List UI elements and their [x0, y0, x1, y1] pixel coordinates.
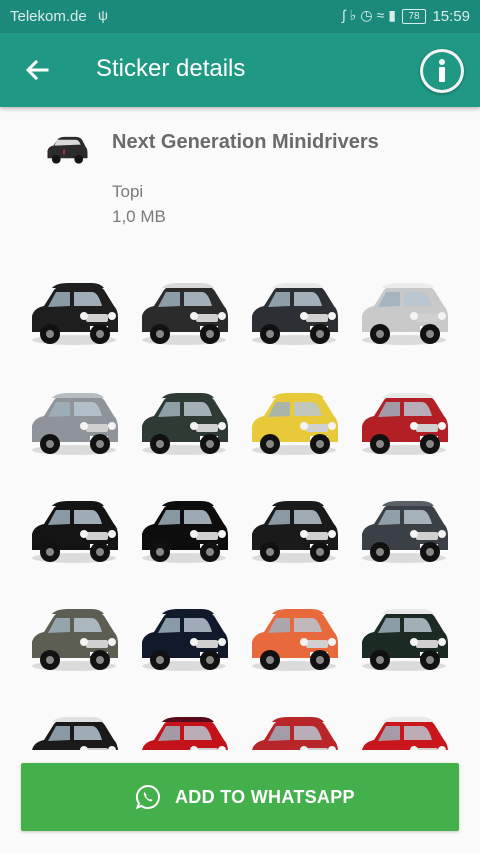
- sticker-item[interactable]: [246, 272, 342, 354]
- app-bar: Sticker details: [0, 33, 480, 107]
- add-to-whatsapp-button[interactable]: ADD TO WHATSAPP: [21, 763, 459, 831]
- page-title: Sticker details: [96, 55, 246, 82]
- sticker-item[interactable]: [136, 598, 232, 680]
- battery-indicator: 78: [402, 9, 426, 24]
- mini-car-icon: [252, 501, 338, 563]
- sticker-item[interactable]: [136, 490, 232, 572]
- usb-icon: ψ: [98, 7, 108, 23]
- pack-name: Next Generation Minidrivers: [112, 131, 379, 153]
- sticker-item[interactable]: [246, 490, 342, 572]
- mini-car-icon: [252, 609, 338, 671]
- mini-car-icon: [362, 393, 448, 455]
- sticker-item[interactable]: [136, 272, 232, 354]
- mini-car-icon: [142, 283, 228, 345]
- mini-car-icon: [32, 501, 118, 563]
- sticker-grid: [0, 250, 480, 750]
- sticker-item[interactable]: [356, 598, 452, 680]
- mini-car-icon: [362, 283, 448, 345]
- info-button[interactable]: [420, 49, 464, 93]
- mini-car-icon: [32, 717, 118, 750]
- mini-car-icon: [252, 393, 338, 455]
- sticker-item[interactable]: [356, 272, 452, 354]
- mini-car-icon: [142, 393, 228, 455]
- sticker-item[interactable]: [26, 706, 122, 750]
- pack-publisher: Topi: [112, 182, 144, 201]
- mini-car-icon: [142, 609, 228, 671]
- mini-car-icon: [252, 717, 338, 750]
- sticker-item[interactable]: [136, 382, 232, 464]
- mini-car-icon: [32, 393, 118, 455]
- sticker-item[interactable]: [26, 490, 122, 572]
- sticker-item[interactable]: [356, 382, 452, 464]
- back-button[interactable]: [20, 53, 54, 87]
- sticker-item[interactable]: [356, 490, 452, 572]
- whatsapp-icon: [135, 784, 160, 810]
- status-icons: ∫♭◷≈▮: [341, 7, 400, 23]
- clock: 15:59: [432, 8, 470, 25]
- sticker-item[interactable]: [356, 706, 452, 750]
- mini-car-icon: [32, 609, 118, 671]
- status-bar: Telekom.de ψ ∫♭◷≈▮ 78 15:59: [0, 0, 480, 33]
- mini-car-icon: [142, 717, 228, 750]
- carrier-name: Telekom.de: [10, 8, 87, 25]
- sticker-item[interactable]: [26, 272, 122, 354]
- sticker-item[interactable]: [246, 598, 342, 680]
- mini-car-icon: [362, 501, 448, 563]
- arrow-left-icon: [25, 59, 49, 81]
- sticker-item[interactable]: [26, 382, 122, 464]
- add-to-whatsapp-label: ADD TO WHATSAPP: [175, 787, 355, 807]
- mini-car-icon: [362, 609, 448, 671]
- mini-car-icon: [252, 283, 338, 345]
- sticker-item[interactable]: [136, 706, 232, 750]
- sticker-item[interactable]: [246, 706, 342, 750]
- mini-car-icon: [142, 501, 228, 563]
- sticker-item[interactable]: [246, 382, 342, 464]
- sticker-item[interactable]: [26, 598, 122, 680]
- info-icon: [423, 52, 461, 90]
- mini-car-icon: [362, 717, 448, 750]
- pack-file-size: 1,0 MB: [112, 207, 166, 226]
- pack-tray-icon: [42, 130, 92, 170]
- mini-car-icon: [32, 283, 118, 345]
